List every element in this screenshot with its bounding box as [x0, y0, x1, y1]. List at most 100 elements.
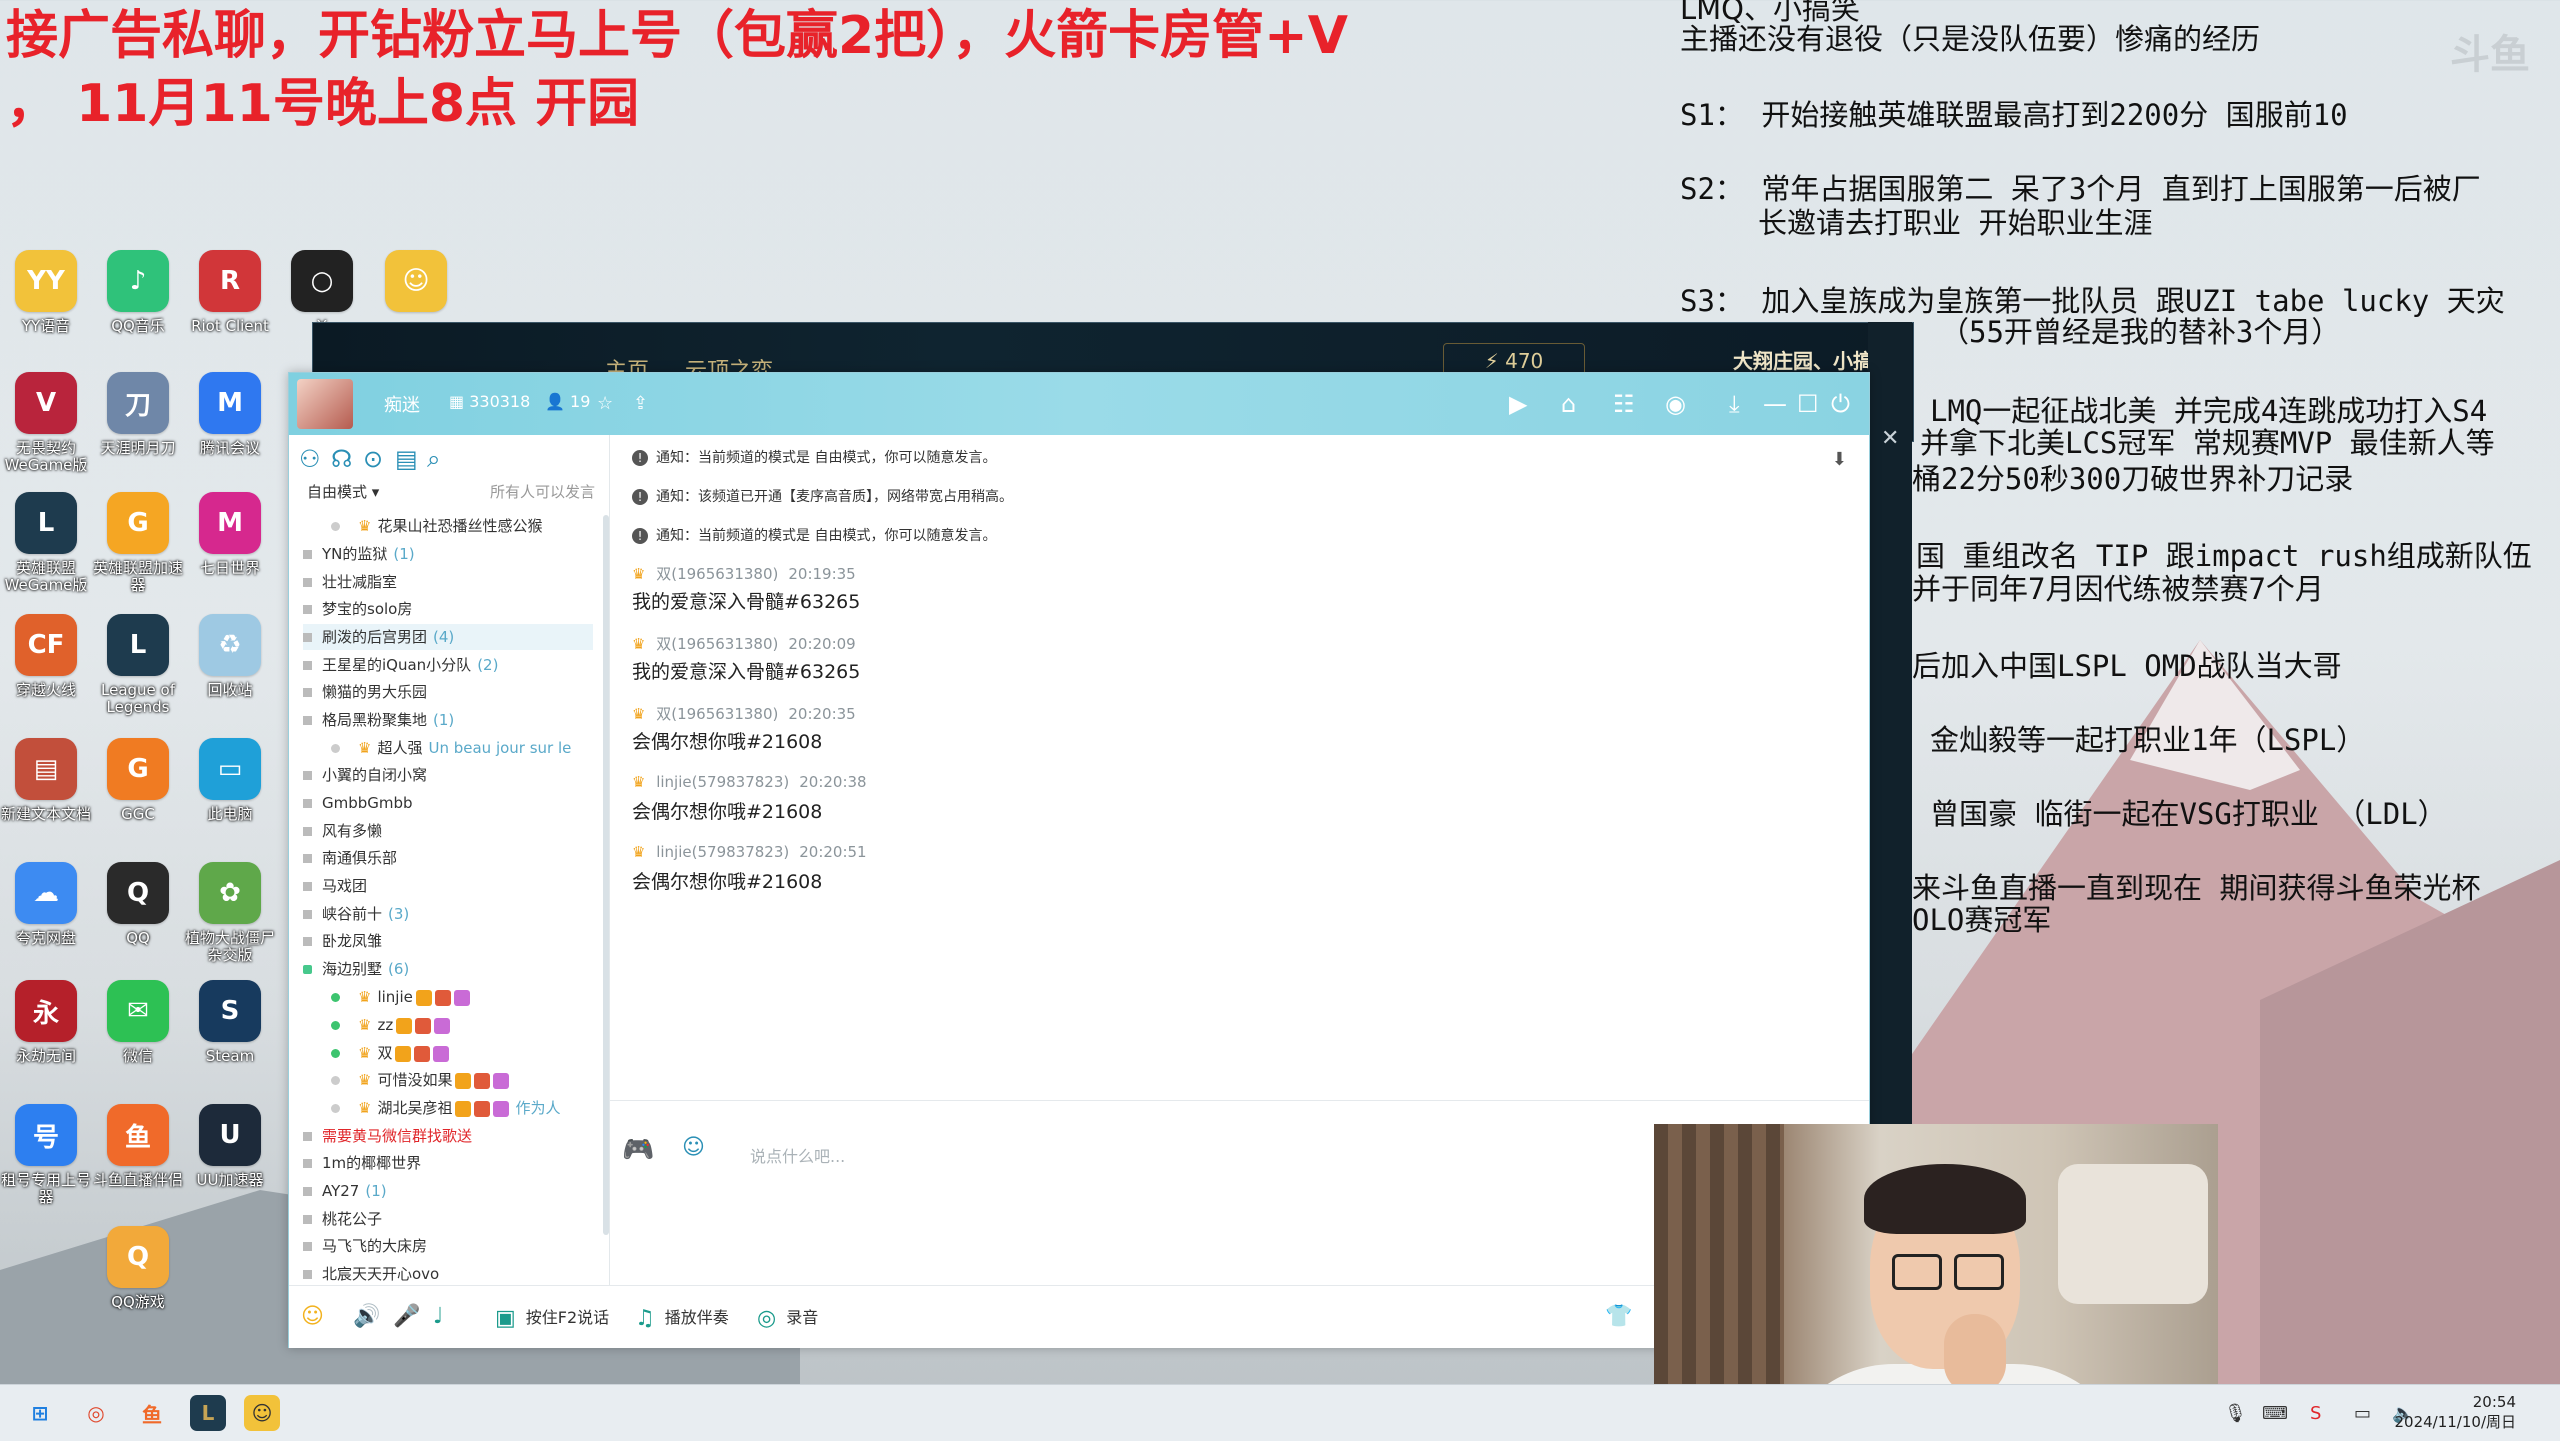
list-icon[interactable]: ☷ — [1613, 390, 1635, 418]
desktop-icon[interactable]: ☺ — [368, 250, 464, 318]
video-icon[interactable]: ▶ — [1509, 390, 1527, 418]
channel-item[interactable]: 峡谷前十 (3) — [303, 901, 409, 927]
douyu-icon[interactable]: 鱼 — [134, 1395, 170, 1431]
desktop-icon[interactable]: 号租号专用上号器 — [0, 1104, 94, 1206]
channel-item[interactable]: GmbbGmbb — [303, 790, 413, 816]
channel-item[interactable]: 风有多懒 — [303, 818, 382, 844]
location-icon[interactable]: ⊙ — [363, 445, 383, 473]
desktop-icon[interactable]: L League of Legends — [90, 614, 186, 716]
message-header[interactable]: ♛ 双(1965631380) 20:20:09 — [632, 633, 856, 654]
board-icon[interactable]: ▤ — [395, 445, 418, 473]
chrome-icon[interactable]: ◎ — [78, 1395, 114, 1431]
network-icon[interactable]: ▭ — [2354, 1403, 2371, 1424]
channel-item[interactable]: 北宸天天开心ovo — [303, 1261, 439, 1287]
message-header[interactable]: ♛ linjie(579837823) 20:20:38 — [632, 773, 867, 791]
desktop-icon[interactable]: ♪ QQ音乐 — [90, 250, 186, 335]
share-icon[interactable]: ⇪ — [633, 393, 648, 414]
desktop-icon[interactable]: ♻ 回收站 — [182, 614, 278, 699]
desktop-icon[interactable]: R Riot Client — [182, 250, 278, 335]
gamepad-icon[interactable]: ◉ — [1665, 390, 1686, 418]
user-item[interactable]: ♛ 超人强 Un beau jour sur le — [331, 735, 571, 761]
clock[interactable]: 20:54 2024/11/10/周日 — [2394, 1392, 2516, 1432]
microphone-icon[interactable]: 🎤 — [393, 1304, 430, 1329]
channel-item[interactable]: 马飞飞的大床房 — [303, 1233, 427, 1259]
close-icon[interactable]: ✕ — [1881, 426, 1899, 451]
desktop-icon[interactable]: ☁ 夸克网盘 — [0, 862, 94, 947]
speaker-icon[interactable]: 🔊 — [353, 1304, 390, 1329]
record-button[interactable]: ◎ 录音 — [757, 1304, 818, 1331]
channel-item[interactable]: 卧龙凤雏 — [303, 928, 382, 954]
channel-item[interactable]: 马戏团 — [303, 873, 367, 899]
message-header[interactable]: ♛ linjie(579837823) 20:20:51 — [632, 843, 867, 861]
mic-tray-icon[interactable]: 🎙 — [2224, 1403, 2247, 1424]
channel-item[interactable]: 需要黄马微信群找歌送 — [303, 1123, 472, 1149]
message-user[interactable]: linjie(579837823) — [656, 773, 789, 791]
user-item[interactable]: ♛ 湖北吴彦祖 作为人 — [331, 1095, 560, 1121]
message-user[interactable]: 双(1965631380) — [656, 565, 778, 583]
desktop-icon[interactable]: YY YY语音 — [0, 250, 94, 335]
yy-logo-icon[interactable]: ☺ — [301, 1304, 334, 1329]
user-item[interactable]: ♛ 可惜没如果 — [331, 1067, 510, 1093]
message-user[interactable]: 双(1965631380) — [656, 635, 778, 653]
channel-item[interactable]: 小翼的自闭小窝 — [303, 762, 427, 788]
desktop-icon[interactable]: S Steam — [182, 980, 278, 1065]
desktop-icon[interactable]: ▭ 此电脑 — [182, 738, 278, 823]
message-user[interactable]: 双(1965631380) — [656, 705, 778, 723]
message-header[interactable]: ♛ 双(1965631380) 20:20:35 — [632, 703, 856, 724]
desktop-icon[interactable]: Q QQ游戏 — [90, 1226, 186, 1311]
emoji-icon[interactable]: ☺ — [682, 1135, 705, 1160]
channel-item[interactable]: 梦宝的solo房 — [303, 596, 412, 622]
windows-start-icon[interactable]: ⊞ — [22, 1395, 58, 1431]
channel-item[interactable]: 王星星的iQuan小分队 (2) — [303, 652, 498, 678]
user-item[interactable]: ♛ 花果山社恐播丝性感公猴 — [331, 513, 542, 539]
gamepad-icon[interactable]: 🎮 — [622, 1135, 654, 1165]
channel-item[interactable]: YN的监狱 (1) — [303, 541, 415, 567]
desktop-icon[interactable]: L 英雄联盟 WeGame版 — [0, 492, 94, 594]
channel-item[interactable]: 1m的椰椰世界 — [303, 1150, 421, 1176]
desktop-icon[interactable]: 鱼斗鱼直播伴侣 — [90, 1104, 186, 1189]
keyboard-tray-icon[interactable]: ⌨ — [2262, 1403, 2288, 1424]
tree-scrollbar[interactable] — [603, 515, 609, 1235]
channel-avatar[interactable] — [297, 379, 353, 429]
scroll-down-icon[interactable]: ⬇ — [1832, 449, 1847, 470]
play-music-button[interactable]: ♫ 播放伴奏 — [635, 1304, 729, 1331]
mode-select[interactable]: 自由模式 ▾ — [307, 481, 379, 502]
channel-item[interactable]: 格局黑粉聚集地 (1) — [303, 707, 454, 733]
channel-item[interactable]: AY27 (1) — [303, 1178, 387, 1204]
shirt-icon[interactable]: 👕 — [1605, 1304, 1642, 1329]
desktop-icon[interactable]: M 腾讯会议 — [182, 372, 278, 457]
message-user[interactable]: linjie(579837823) — [656, 843, 789, 861]
headset-icon[interactable]: ☊ — [331, 445, 352, 473]
user-icon[interactable]: ⚇ — [299, 445, 321, 473]
desktop-icon[interactable]: 刀天涯明月刀 — [90, 372, 186, 457]
user-item[interactable]: ♛ linjie — [331, 984, 470, 1010]
user-item[interactable]: ♛ 双 — [331, 1040, 450, 1066]
equalizer-icon[interactable]: ♩ — [433, 1304, 453, 1329]
desktop-icon[interactable]: ▤ 新建文本文档 — [0, 738, 94, 823]
channel-item[interactable]: 刷泼的后宫男团 (4) — [303, 624, 593, 650]
push-to-talk-button[interactable]: ▣ 按住F2说话 — [495, 1304, 609, 1331]
search-icon[interactable]: ⌕ — [427, 445, 440, 473]
star-icon[interactable]: ☆ — [597, 393, 613, 414]
channel-item[interactable]: 海边别墅 (6) — [303, 956, 409, 982]
yy-icon[interactable]: ☺ — [244, 1395, 280, 1431]
maximize-icon[interactable]: ☐ — [1797, 390, 1819, 418]
message-header[interactable]: ♛ 双(1965631380) 20:19:35 — [632, 563, 856, 584]
desktop-icon[interactable]: G GGC — [90, 738, 186, 823]
desktop-icon[interactable]: Q QQ — [90, 862, 186, 947]
minimize-icon[interactable]: — — [1763, 390, 1787, 418]
desktop-icon[interactable]: 永永劫无间 — [0, 980, 94, 1065]
download-icon[interactable]: ⤓ — [1729, 390, 1740, 418]
user-item[interactable]: ♛ zz — [331, 1012, 451, 1038]
desktop-icon[interactable]: G 英雄联盟加速器 — [90, 492, 186, 594]
home-icon[interactable]: ⌂ — [1561, 390, 1576, 418]
desktop-icon[interactable]: ✿ 植物大战僵尸杂交版 — [182, 862, 278, 964]
channel-item[interactable]: 桃花公子 — [303, 1206, 382, 1232]
channel-item[interactable]: 壮壮减脂室 — [303, 569, 397, 595]
power-icon[interactable]: ⏻ — [1831, 390, 1850, 418]
desktop-icon[interactable]: M 七日世界 — [182, 492, 278, 577]
channel-item[interactable]: 懒猫的男大乐园 — [303, 679, 427, 705]
desktop-icon[interactable]: CF 穿越火线 — [0, 614, 94, 699]
channel-item[interactable]: 南通俱乐部 — [303, 845, 397, 871]
desktop-icon[interactable]: U UU加速器 — [182, 1104, 278, 1189]
